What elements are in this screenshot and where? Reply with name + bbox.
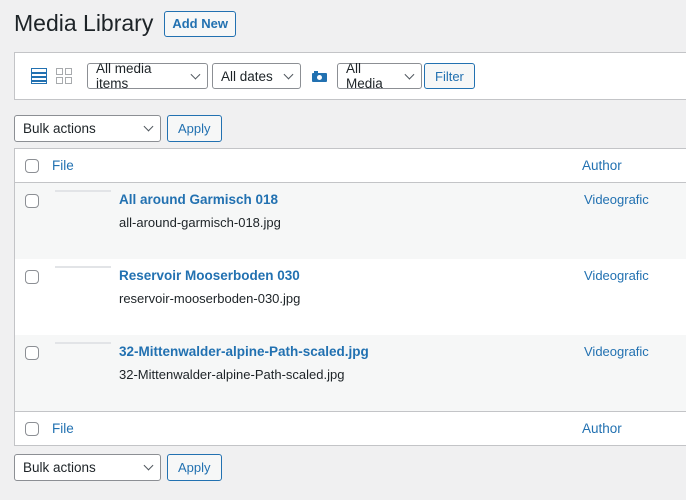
column-author[interactable]: Author <box>582 421 622 436</box>
column-file[interactable]: File <box>52 421 74 436</box>
thumbnail[interactable] <box>55 190 111 192</box>
bulk-actions-top: Bulk actions Apply <box>14 115 222 142</box>
bulk-actions-value: Bulk actions <box>23 460 96 475</box>
grid-view-icon[interactable] <box>56 68 72 84</box>
apply-button[interactable]: Apply <box>167 115 222 142</box>
filter-bar: All media items All dates All Media Filt… <box>14 52 686 100</box>
row-checkbox[interactable] <box>25 346 39 360</box>
bulk-actions-select[interactable]: Bulk actions <box>14 115 161 142</box>
table-footer: File Author <box>15 411 686 445</box>
author-link[interactable]: Videografic <box>584 192 649 207</box>
media-title-link[interactable]: All around Garmisch 018 <box>119 192 278 207</box>
media-filter-value: All Media <box>346 61 383 91</box>
dates-value: All dates <box>221 68 273 84</box>
chevron-down-icon <box>404 69 415 79</box>
media-table: File Author All around Garmisch 018 all-… <box>14 148 686 446</box>
row-checkbox[interactable] <box>25 270 39 284</box>
bulk-actions-value: Bulk actions <box>23 121 96 136</box>
table-header: File Author <box>15 149 686 183</box>
chevron-down-icon <box>143 121 154 132</box>
page-title: Media Library <box>14 10 154 36</box>
dates-select[interactable]: All dates <box>212 63 301 89</box>
media-title-link[interactable]: Reservoir Mooserboden 030 <box>119 268 300 283</box>
filter-button[interactable]: Filter <box>424 63 475 89</box>
media-filename: reservoir-mooserboden-030.jpg <box>119 291 301 306</box>
media-filter-select[interactable]: All Media <box>337 61 422 91</box>
table-row: 32-Mittenwalder-alpine-Path-scaled.jpg 3… <box>15 335 686 411</box>
table-row: All around Garmisch 018 all-around-garmi… <box>15 183 686 259</box>
column-author[interactable]: Author <box>582 158 622 173</box>
select-all-checkbox[interactable] <box>25 422 39 436</box>
page-header: Media Library Add New <box>14 10 236 37</box>
media-title-link[interactable]: 32-Mittenwalder-alpine-Path-scaled.jpg <box>119 344 369 359</box>
select-all-checkbox[interactable] <box>25 159 39 173</box>
column-file[interactable]: File <box>52 158 74 173</box>
chevron-down-icon <box>143 460 154 471</box>
camera-icon <box>312 70 327 82</box>
table-row: Reservoir Mooserboden 030 reservoir-moos… <box>15 259 686 335</box>
media-filename: 32-Mittenwalder-alpine-Path-scaled.jpg <box>119 367 345 382</box>
media-type-value: All media items <box>96 61 152 91</box>
author-link[interactable]: Videografic <box>584 268 649 283</box>
apply-button[interactable]: Apply <box>167 454 222 481</box>
thumbnail[interactable] <box>55 266 111 268</box>
media-type-select[interactable]: All media items <box>87 61 208 91</box>
thumbnail[interactable] <box>55 342 111 344</box>
author-link[interactable]: Videografic <box>584 344 649 359</box>
list-view-icon[interactable] <box>31 68 47 84</box>
chevron-down-icon <box>190 69 201 79</box>
chevron-down-icon <box>283 69 294 79</box>
media-filename: all-around-garmisch-018.jpg <box>119 215 281 230</box>
add-new-button[interactable]: Add New <box>164 10 236 37</box>
bulk-actions-select[interactable]: Bulk actions <box>14 454 161 481</box>
row-checkbox[interactable] <box>25 194 39 208</box>
bulk-actions-bottom: Bulk actions Apply <box>14 454 222 481</box>
